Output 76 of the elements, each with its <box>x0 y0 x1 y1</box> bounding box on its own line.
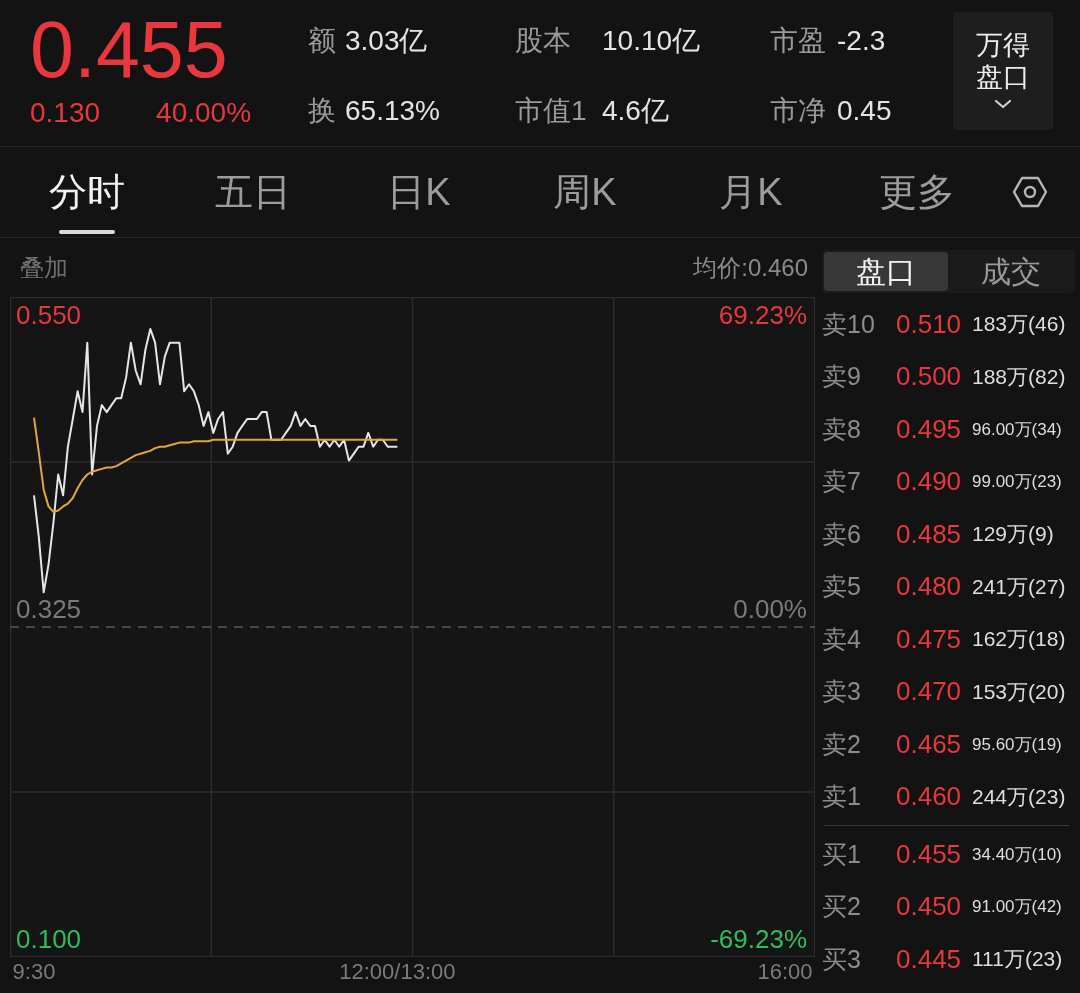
ask-level-label: 卖7 <box>822 466 862 498</box>
bid-price: 0.445 <box>896 943 963 975</box>
ask-price: 0.510 <box>896 308 963 340</box>
bid-level-label: 买3 <box>822 943 862 975</box>
ask-volume: 96.00万(34) <box>972 418 1062 441</box>
ask-volume: 129万(9) <box>972 521 1054 548</box>
ask-price: 0.500 <box>896 361 963 393</box>
stat-label: 市净 <box>770 94 826 128</box>
stat-label: 额 <box>308 24 336 58</box>
price-axis-label: 0.100 <box>16 925 82 953</box>
price-axis-label: 0.550 <box>16 301 82 329</box>
period-tab[interactable]: 日K <box>336 147 502 237</box>
percent-change: 40.00% <box>156 97 252 129</box>
time-axis-label: 16:00 <box>757 959 813 985</box>
stat-value: -2.3 <box>837 24 886 58</box>
stat-label: 股本 <box>515 24 571 58</box>
ask-level-label: 卖2 <box>822 728 862 760</box>
bid-level-label: 买1 <box>822 838 862 870</box>
last-price: 0.455 <box>30 10 228 90</box>
period-tab[interactable]: 五日 <box>170 147 336 237</box>
stat-label: 市值1 <box>515 94 587 128</box>
ask-volume: 162万(18) <box>972 626 1066 653</box>
period-tab[interactable]: 分时 <box>4 147 170 237</box>
stat-value: 10.10亿 <box>602 24 701 58</box>
stat-value: 65.13% <box>345 94 440 128</box>
ask-price: 0.480 <box>896 571 963 603</box>
ask-level-label: 卖10 <box>822 308 876 340</box>
ask-volume: 95.60万(19) <box>972 733 1062 756</box>
ask-level-label: 卖6 <box>822 518 862 550</box>
stat-value: 4.6亿 <box>602 94 669 128</box>
ask-level-label: 卖8 <box>822 413 862 445</box>
percent-axis-label: 0.00% <box>733 595 807 623</box>
reference-line-label: 0.325 <box>16 595 82 623</box>
stat-label: 换 <box>308 94 336 128</box>
stat-label: 市盈 <box>770 24 826 58</box>
market-panel-button[interactable]: 万得盘口 <box>953 12 1053 130</box>
bid-volume: 111万(23) <box>972 946 1063 973</box>
ask-level-label: 卖5 <box>822 571 862 603</box>
ask-price: 0.485 <box>896 518 963 550</box>
settings-icon[interactable] <box>1012 176 1048 208</box>
ask-price: 0.490 <box>896 466 963 498</box>
ask-volume: 99.00万(23) <box>972 471 1062 494</box>
ask-level-label: 卖4 <box>822 623 862 655</box>
book-tab[interactable]: 盘口 <box>824 252 948 291</box>
ask-volume: 241万(27) <box>972 573 1066 600</box>
time-axis-label: 9:30 <box>12 959 56 985</box>
book-tab[interactable]: 成交 <box>949 252 1073 291</box>
bid-price: 0.455 <box>896 838 963 870</box>
percent-axis-label: 69.23% <box>718 301 807 329</box>
bid-level-label: 买2 <box>822 891 862 923</box>
average-price-label: 均价:0.460 <box>693 252 808 283</box>
ask-price: 0.460 <box>896 781 963 813</box>
bid-volume: 91.00万(42) <box>972 896 1062 919</box>
period-tab[interactable]: 周K <box>502 147 668 237</box>
stat-value: 0.45 <box>837 94 892 128</box>
ask-price: 0.465 <box>896 728 963 760</box>
chevron-down-icon <box>994 99 1012 109</box>
period-tab[interactable]: 月K <box>668 147 834 237</box>
ask-level-label: 卖9 <box>822 361 862 393</box>
percent-axis-label: -69.23% <box>710 925 807 953</box>
period-tab[interactable]: 更多 <box>834 147 1000 237</box>
bid-volume: 34.40万(10) <box>972 843 1062 866</box>
bid-price: 0.450 <box>896 891 963 923</box>
overlay-toggle[interactable]: 叠加 <box>20 251 68 284</box>
ask-price: 0.495 <box>896 413 963 445</box>
stat-value: 3.03亿 <box>345 24 428 58</box>
ask-volume: 188万(82) <box>972 363 1066 390</box>
ask-level-label: 卖1 <box>822 781 862 813</box>
ask-price: 0.475 <box>896 623 963 655</box>
price-change: 0.130 <box>30 97 101 129</box>
ask-price: 0.470 <box>896 676 963 708</box>
ask-volume: 244万(23) <box>972 783 1066 810</box>
time-axis-label: 12:00/13:00 <box>339 959 456 985</box>
ask-level-label: 卖3 <box>822 676 862 708</box>
ask-volume: 153万(20) <box>972 678 1066 705</box>
ask-volume: 183万(46) <box>972 311 1066 338</box>
